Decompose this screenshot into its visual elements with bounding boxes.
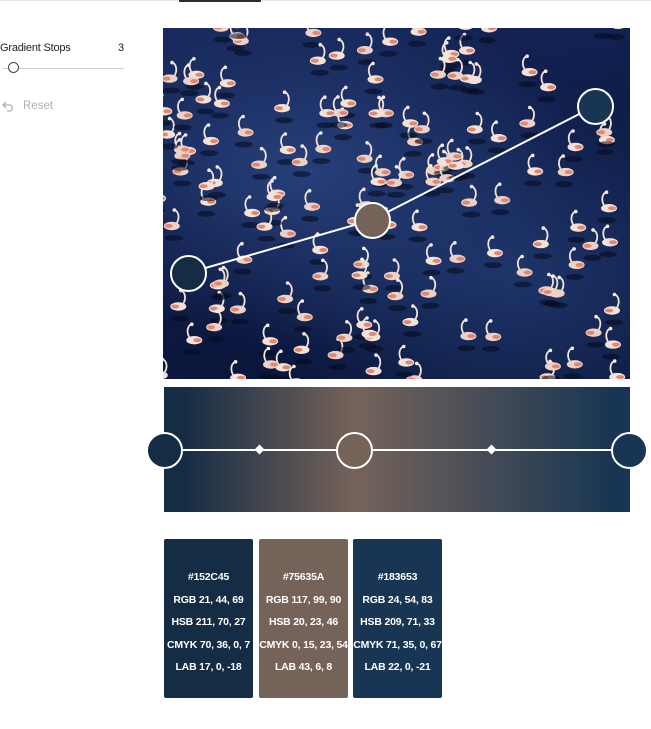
swatch-rgb: RGB 21, 44, 69 [173, 594, 244, 606]
gradient-stops-slider[interactable] [3, 68, 124, 69]
swatch-hsb: HSB 20, 23, 46 [269, 616, 338, 628]
gradient-bar-stop-3[interactable] [611, 432, 648, 469]
gradient-bar-line [164, 449, 630, 451]
color-swatch[interactable]: #75635A RGB 117, 99, 90 HSB 20, 23, 46 C… [259, 539, 348, 698]
swatch-rgb: RGB 117, 99, 90 [265, 594, 342, 606]
gradient-bar-stop-2[interactable] [336, 432, 373, 469]
reset-button[interactable]: Reset [2, 98, 53, 114]
active-tab-indicator [179, 0, 261, 2]
swatch-lab: LAB 43, 6, 8 [274, 661, 333, 673]
swatch-hsb: HSB 209, 71, 33 [360, 616, 435, 628]
gradient-bar-stop-1[interactable] [146, 432, 183, 469]
color-swatch[interactable]: #152C45 RGB 21, 44, 69 HSB 211, 70, 27 C… [164, 539, 253, 698]
top-divider [0, 0, 651, 1]
undo-arrow-icon [2, 101, 15, 112]
swatch-cmyk: CMYK 70, 36, 0, 7 [167, 639, 250, 651]
swatch-lab: LAB 22, 0, -21 [364, 661, 431, 673]
swatch-cmyk: CMYK 71, 35, 0, 67 [353, 639, 442, 651]
swatch-hex: #183653 [377, 571, 418, 583]
color-swatch[interactable]: #183653 RGB 24, 54, 83 HSB 209, 71, 33 C… [353, 539, 442, 698]
swatch-rgb: RGB 24, 54, 83 [362, 594, 433, 606]
gradient-stops-label: Gradient Stops [0, 42, 71, 54]
source-photo [163, 28, 630, 379]
swatch-cmyk: CMYK 0, 15, 23, 54 [259, 639, 348, 651]
photo-gradient-stop-3[interactable] [577, 88, 614, 125]
swatch-hsb: HSB 211, 70, 27 [171, 616, 246, 628]
reset-label: Reset [23, 100, 54, 112]
photo-gradient-stop-1[interactable] [170, 255, 207, 292]
photo-gradient-stop-2[interactable] [354, 202, 391, 239]
gradient-stops-value: 3 [118, 42, 125, 54]
swatch-hex: #152C45 [187, 571, 230, 583]
gradient-stops-slider-thumb[interactable] [8, 62, 19, 73]
swatch-lab: LAB 17, 0, -18 [175, 661, 242, 673]
flamingo-photo-graphic [163, 28, 626, 379]
swatch-hex: #75635A [282, 571, 325, 583]
